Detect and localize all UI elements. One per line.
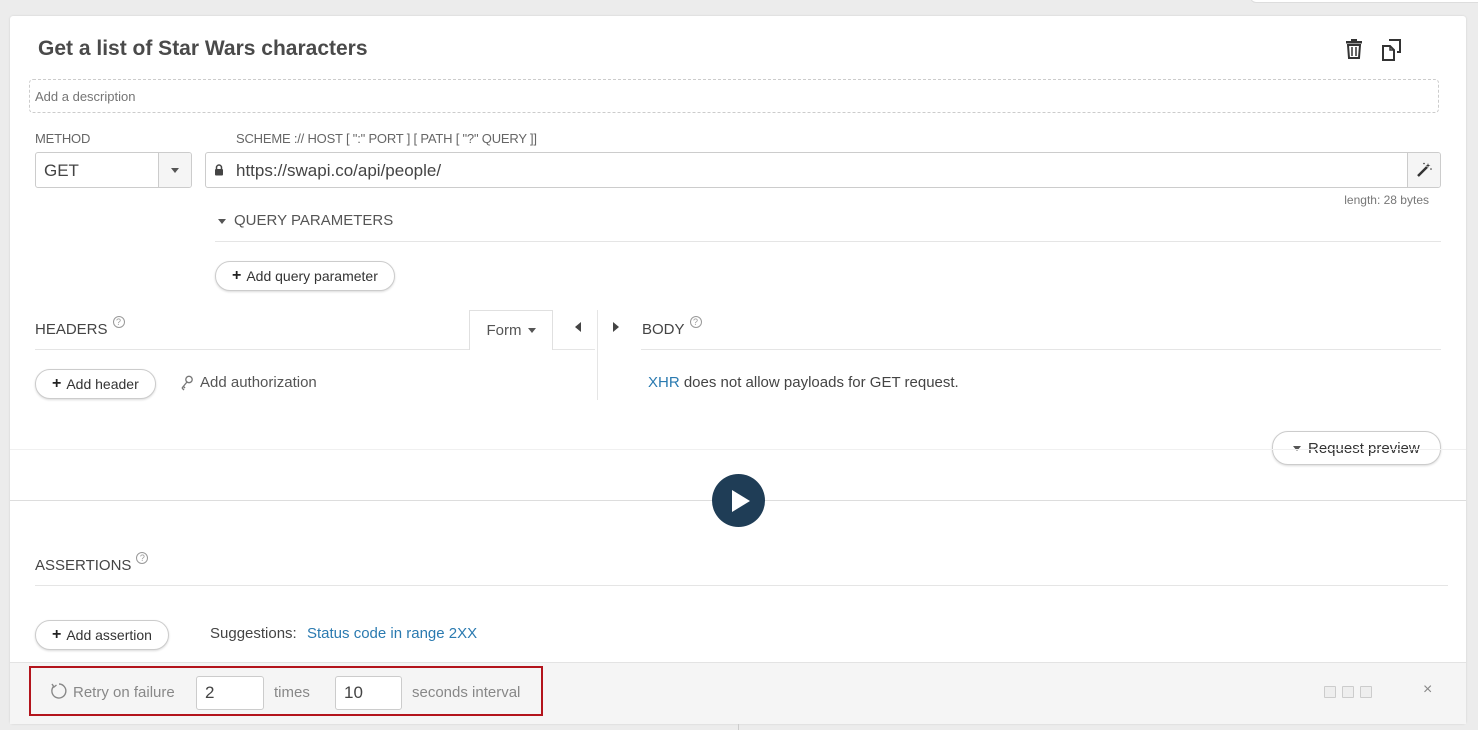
request-card: Get a list of Star Wars characters METHO… (10, 16, 1466, 724)
add-authorization-label: Add authorization (200, 374, 317, 391)
xhr-link[interactable]: XHR (648, 374, 680, 391)
assertions-divider (35, 585, 1448, 586)
chevron-down-icon (171, 167, 179, 173)
magic-wand-button[interactable] (1407, 153, 1440, 187)
chevron-down-icon (527, 328, 536, 333)
retry-interval-input[interactable] (335, 676, 402, 710)
magic-wand-icon (1417, 162, 1432, 177)
help-icon[interactable]: ? (689, 316, 702, 328)
body-label: BODY? (642, 316, 702, 338)
toggle-square-1[interactable] (1324, 686, 1336, 698)
toggle-square-3[interactable] (1360, 686, 1372, 698)
retry-times-input[interactable] (196, 676, 264, 710)
play-icon (732, 489, 750, 512)
assertions-label: ASSERTIONS? (35, 552, 149, 574)
headers-label: HEADERS? (35, 316, 125, 338)
method-dropdown-toggle[interactable] (158, 153, 191, 187)
url-value[interactable]: https://swapi.co/api/people/ (232, 153, 1407, 187)
request-title[interactable]: Get a list of Star Wars characters (38, 37, 368, 61)
help-icon[interactable]: ? (112, 316, 125, 328)
lock-icon (206, 153, 232, 187)
add-assertion-button[interactable]: + Add assertion (35, 620, 169, 650)
help-icon[interactable]: ? (136, 552, 149, 564)
add-query-parameter-button[interactable]: + Add query parameter (215, 261, 395, 291)
collapse-left-icon[interactable] (575, 322, 581, 332)
request-preview-label: Request preview (1308, 439, 1420, 457)
add-header-button[interactable]: + Add header (35, 369, 156, 399)
trash-icon[interactable] (1344, 38, 1364, 60)
method-value: GET (44, 161, 79, 180)
retry-icon (50, 682, 68, 705)
request-preview-button[interactable]: Request preview (1272, 431, 1441, 465)
close-icon[interactable]: × (1423, 681, 1432, 699)
divider (10, 449, 1466, 450)
top-edge-tab (1250, 0, 1478, 3)
assertions-title: ASSERTIONS (35, 557, 132, 574)
add-authorization-link[interactable]: Add authorization (180, 374, 317, 391)
toggle-square-2[interactable] (1342, 686, 1354, 698)
times-label: times (274, 684, 310, 701)
body-message-text: does not allow payloads for GET request. (679, 374, 959, 391)
retry-on-failure-label: Retry on failure (73, 684, 175, 701)
query-parameters-label: QUERY PARAMETERS (234, 212, 394, 229)
caret-down-icon (218, 219, 226, 224)
method-label: METHOD (35, 131, 91, 146)
headers-title: HEADERS (35, 321, 108, 338)
suggestions-label: Suggestions: (210, 625, 297, 642)
copy-icon[interactable] (1380, 38, 1404, 62)
footer-toggles (1324, 686, 1372, 698)
key-icon (181, 375, 193, 390)
interval-label: seconds interval (412, 684, 521, 701)
suggestion-status-code-link[interactable]: Status code in range 2XX (307, 625, 477, 642)
query-parameters-toggle[interactable]: QUERY PARAMETERS (215, 212, 1441, 242)
bottom-divider (738, 724, 739, 730)
send-request-button[interactable] (712, 474, 765, 527)
panel-splitter[interactable] (597, 310, 598, 400)
plus-icon: + (52, 375, 62, 392)
description-input[interactable] (29, 79, 1439, 113)
plus-icon: + (232, 267, 242, 284)
headers-mode-value: Form (486, 322, 522, 339)
plus-icon: + (52, 626, 62, 643)
url-length: length: 28 bytes (1344, 193, 1429, 207)
add-query-parameter-label: Add query parameter (246, 268, 378, 284)
body-divider (641, 349, 1441, 350)
body-title: BODY (642, 321, 685, 338)
collapse-right-icon[interactable] (613, 322, 619, 332)
body-message: XHR does not allow payloads for GET requ… (648, 374, 959, 391)
url-format-label: SCHEME :// HOST [ ":" PORT ] [ PATH [ "?… (236, 131, 537, 146)
headers-mode-dropdown[interactable]: Form (469, 310, 553, 350)
add-header-label: Add header (66, 376, 139, 392)
add-assertion-label: Add assertion (66, 627, 152, 643)
method-select[interactable]: GET (35, 152, 192, 188)
url-input[interactable]: https://swapi.co/api/people/ (205, 152, 1441, 188)
